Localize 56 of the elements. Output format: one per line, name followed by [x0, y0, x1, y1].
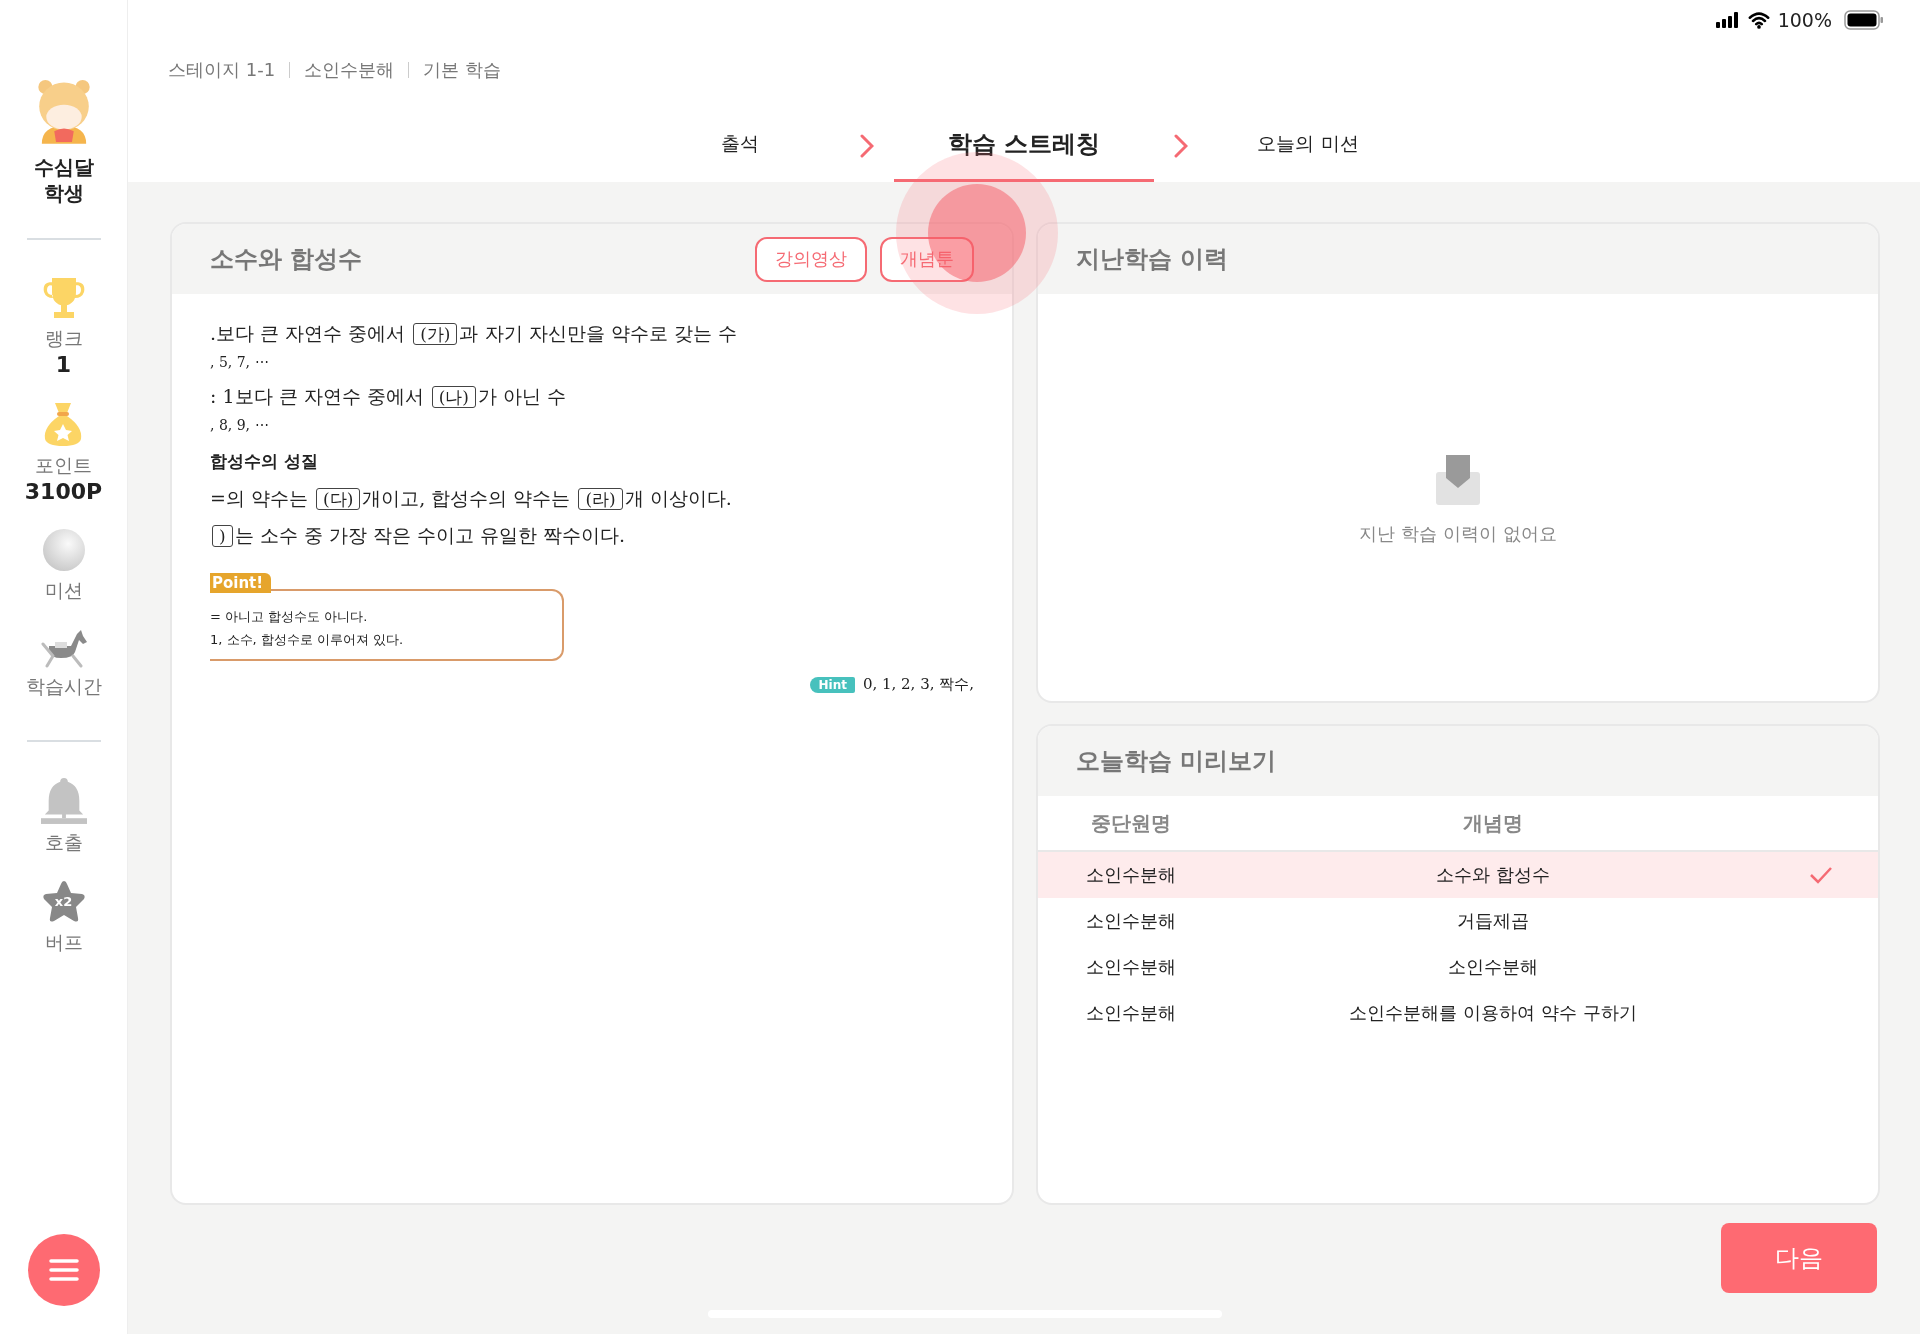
breadcrumb-item: 기본 학습 [423, 58, 501, 82]
point-text: 1, 소수, 합성수로 이루어져 있다. [210, 631, 405, 649]
table-cell-text: 소인수분해 [1084, 1001, 1177, 1025]
step-tab[interactable]: 출석 [620, 100, 860, 182]
textbook-line: : 1보다 큰 자연수 중에서 (나) 가 아닌 수 [210, 384, 568, 410]
table-cell-text: 소수와 합성수 [1435, 863, 1551, 887]
sidebar-label: 랭크 [44, 326, 83, 351]
hint-text: 0, 1, 2, 3, 짝수, [862, 675, 974, 694]
hint-tag: Hint [810, 676, 855, 693]
empty-message: 지난 학습 이력이 없어요 [1359, 522, 1557, 546]
table-cell-text: 소인수분해를 이용하여 약수 구하기 [1348, 1001, 1638, 1025]
table-row[interactable]: 소인수분해 소수와 합성수 [1038, 852, 1878, 898]
section-heading: 합성수의 성질 [210, 450, 319, 473]
document-icon [1435, 454, 1481, 506]
card-title: 지난학습 이력 [1076, 244, 1229, 275]
table-cell-text: 소인수분해 [1447, 955, 1539, 979]
table-row[interactable]: 소인수분해 거듭제곱 [1038, 898, 1878, 944]
table-cell-text: 소인수분해 [1084, 863, 1177, 887]
table-row[interactable]: 소인수분해 소인수분해를 이용하여 약수 구하기 [1038, 990, 1878, 1036]
sidebar-value: 3100P [24, 479, 103, 504]
sidebar-label: 포인트 [35, 453, 92, 478]
breadcrumb-item: 스테이지 1-1 [168, 58, 276, 82]
sidebar-label: 학습시간 [25, 674, 102, 699]
textbook-line: , 8, 9, ⋯ [210, 416, 270, 435]
textbook-line: , 5, 7, ⋯ [210, 353, 270, 372]
chevron-right-icon [860, 134, 874, 158]
sidebar-label: 미션 [44, 578, 83, 603]
chevron-right-icon [1174, 134, 1188, 158]
point-tag: Point! [210, 573, 272, 593]
sidebar-value: 1 [55, 352, 72, 377]
point-text: = 아니고 합성수도 아니다. [210, 608, 369, 626]
bell-icon [40, 776, 87, 824]
wifi-icon [1747, 11, 1770, 29]
checkmark-icon [1808, 866, 1833, 884]
breadcrumb-item: 소인수분해 [304, 58, 395, 82]
table-row[interactable]: 소인수분해 소인수분해 [1038, 944, 1878, 990]
battery-icon [1844, 10, 1884, 30]
table-cell-text: 거듭제곱 [1456, 909, 1530, 933]
signal-icon [1715, 12, 1740, 28]
sidebar-action[interactable]: x2 버프 [40, 880, 87, 956]
table-cell-text: 소인수분해 [1084, 909, 1177, 933]
user-name: 수심달 학생 [32, 154, 95, 206]
menu-icon [48, 1259, 79, 1281]
textbook-line: =의 약수는 (다) 개이고, 합성수의 약수는 (라) 개 이상이다. [210, 486, 733, 512]
sidebar-action[interactable]: 호출 [40, 776, 87, 856]
card-title: 오늘학습 미리보기 [1076, 746, 1277, 777]
column-header: 개념명 [1462, 809, 1524, 837]
textbook-line: ) 는 소수 중 가장 작은 수이고 유일한 짝수이다. [210, 520, 974, 551]
star-badge-icon: x2 [40, 880, 87, 924]
card-title: 소수와 합성수 [210, 244, 363, 275]
step-tab[interactable]: 오늘의 미션 [1188, 100, 1428, 182]
battery-percent: 100% [1777, 9, 1832, 31]
textbook-line: .보다 큰 자연수 중에서 (가) 과 자기 자신만을 약수로 갖는 수 [210, 321, 738, 347]
table-cell-text: 소인수분해 [1084, 955, 1177, 979]
sphere-icon [41, 528, 86, 572]
column-header: 중단원명 [1089, 809, 1172, 837]
